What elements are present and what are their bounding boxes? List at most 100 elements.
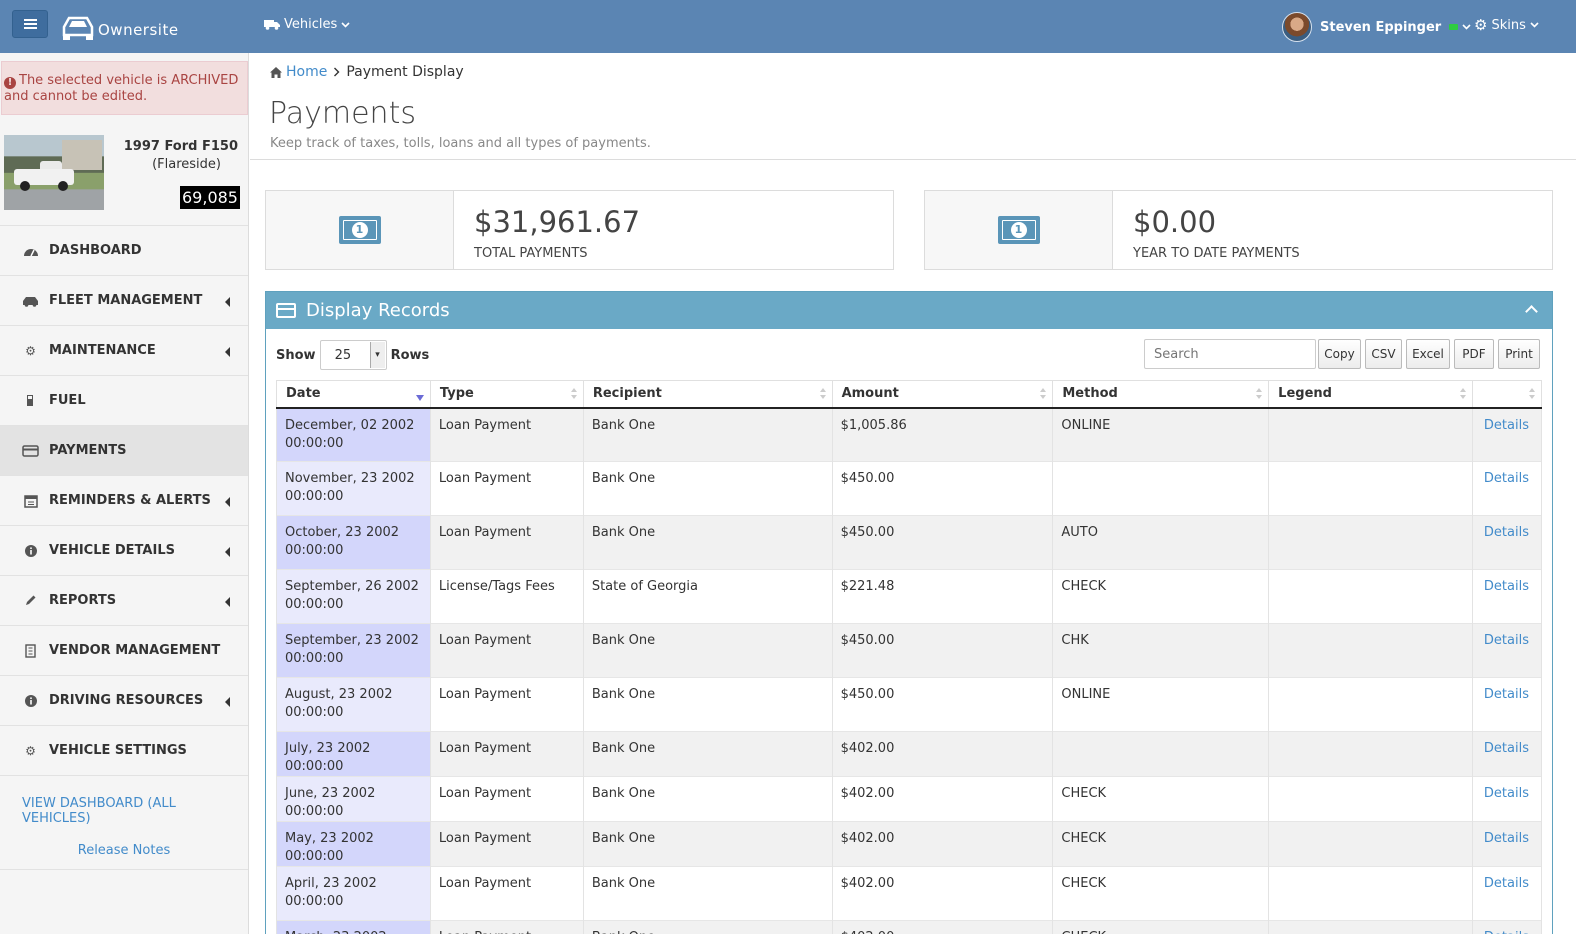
sidebar-item-label: PAYMENTS: [49, 443, 127, 458]
search-input[interactable]: [1144, 339, 1316, 369]
breadcrumb-home-label: Home: [286, 64, 328, 80]
cell-date: April, 23 2002 00:00:00: [276, 866, 431, 921]
cell-date: July, 23 2002 00:00:00: [276, 731, 431, 777]
sidebar-item-fleet-management[interactable]: FLEET MANAGEMENT: [0, 275, 248, 325]
odometer-reading: 69,085: [180, 186, 240, 209]
pdf-button[interactable]: PDF: [1454, 339, 1494, 369]
sidebar-item-label: DASHBOARD: [49, 243, 142, 258]
breadcrumb-home-link[interactable]: Home: [270, 64, 327, 80]
cell-type: Loan Payment: [429, 821, 584, 867]
archived-alert-text: The selected vehicle is ARCHIVED and can…: [4, 73, 239, 104]
sidebar-item-maintenance[interactable]: ⚙ MAINTENANCE: [0, 325, 248, 375]
sidebar-item-reminders-alerts[interactable]: REMINDERS & ALERTS: [0, 475, 248, 525]
top-navbar: Ownersite Vehicles Steven Eppinger ⚙ Ski…: [0, 0, 1576, 53]
sidebar-item-payments[interactable]: PAYMENTS: [0, 425, 248, 475]
cell-date: August, 23 2002 00:00:00: [276, 677, 431, 732]
cell-amount: $402.00: [831, 821, 1054, 867]
cell-amount: $402.00: [831, 920, 1054, 934]
details-link[interactable]: Details: [1471, 731, 1543, 777]
cell-legend: [1268, 776, 1473, 822]
column-header-method[interactable]: Method: [1052, 380, 1270, 409]
rows-per-page-value: 25: [334, 347, 352, 363]
details-link[interactable]: Details: [1471, 569, 1543, 624]
csv-button[interactable]: CSV: [1365, 339, 1402, 369]
total-payments-label: TOTAL PAYMENTS: [474, 246, 588, 261]
details-link[interactable]: Details: [1471, 821, 1543, 867]
cell-amount: $450.00: [831, 677, 1054, 732]
cell-amount: $221.48: [831, 569, 1054, 624]
excel-button[interactable]: Excel: [1406, 339, 1450, 369]
sidebar-toggle-button[interactable]: [12, 10, 48, 38]
sidebar-item-fuel[interactable]: FUEL: [0, 375, 248, 425]
details-link[interactable]: Details: [1471, 407, 1543, 462]
cell-date: June, 23 2002 00:00:00: [276, 776, 431, 822]
cell-amount: $450.00: [831, 515, 1054, 570]
copy-button[interactable]: Copy: [1318, 339, 1361, 369]
details-link[interactable]: Details: [1471, 920, 1543, 934]
rows-per-page-select[interactable]: 25 ▾: [319, 340, 387, 370]
sidebar-nav: DASHBOARD FLEET MANAGEMENT ⚙ MAINTENANCE…: [0, 225, 248, 870]
sort-icon: [1256, 388, 1263, 400]
info-icon: [22, 694, 39, 708]
cell-amount: $402.00: [831, 866, 1054, 921]
cell-recipient: Bank One: [582, 677, 833, 732]
sort-icon: [570, 388, 577, 400]
cell-type: Loan Payment: [429, 623, 584, 678]
sidebar-item-vehicle-details[interactable]: VEHICLE DETAILS: [0, 525, 248, 575]
home-icon: [270, 66, 282, 78]
caret-left-icon: [225, 297, 230, 307]
details-link[interactable]: Details: [1471, 776, 1543, 822]
release-notes-link[interactable]: Release Notes: [0, 843, 248, 858]
vehicles-label: Vehicles: [284, 17, 338, 32]
cell-method: CHECK: [1052, 776, 1270, 822]
cell-date: September, 26 2002 00:00:00: [276, 569, 431, 624]
table-row: July, 23 2002 00:00:00 Loan Payment Bank O…: [276, 731, 1543, 777]
vehicles-dropdown[interactable]: Vehicles: [264, 17, 350, 32]
dashboard-icon: [22, 244, 39, 258]
fuel-pump-icon: [22, 394, 39, 408]
vehicle-card: 1997 Ford F150 (Flareside) 69,085: [0, 128, 248, 218]
page-length-control: Show 25 ▾ Rows: [276, 340, 429, 370]
column-header-date[interactable]: Date: [276, 380, 431, 409]
print-button[interactable]: Print: [1498, 339, 1540, 369]
cell-method: [1052, 461, 1270, 516]
user-dropdown[interactable]: Steven Eppinger: [1282, 12, 1471, 42]
column-header-actions[interactable]: [1471, 380, 1543, 409]
chevron-down-icon: [1462, 24, 1471, 30]
sidebar-item-label: FUEL: [49, 393, 86, 408]
rows-label: Rows: [390, 347, 430, 363]
chevron-up-icon[interactable]: [1525, 305, 1538, 318]
cell-date: December, 02 2002 00:00:00: [276, 407, 431, 462]
details-link[interactable]: Details: [1471, 677, 1543, 732]
column-header-recipient[interactable]: Recipient: [582, 380, 833, 409]
view-all-vehicles-link[interactable]: VIEW DASHBOARD (ALL VEHICLES): [22, 796, 248, 826]
cell-recipient: Bank One: [582, 821, 833, 867]
column-header-amount[interactable]: Amount: [831, 380, 1054, 409]
details-link[interactable]: Details: [1471, 866, 1543, 921]
cell-method: CHECK: [1052, 569, 1270, 624]
column-header-type[interactable]: Type: [429, 380, 584, 409]
cell-type: Loan Payment: [429, 677, 584, 732]
sidebar-item-vehicle-settings[interactable]: ⚙ VEHICLE SETTINGS: [0, 725, 248, 775]
table-row: September, 23 2002 00:00:00 Loan Payment B…: [276, 623, 1543, 678]
cell-legend: [1268, 677, 1473, 732]
gear-icon: ⚙: [25, 743, 36, 758]
cell-legend: [1268, 731, 1473, 777]
vehicle-photo[interactable]: [4, 135, 104, 210]
ytd-payments-value: $0.00: [1133, 205, 1217, 239]
skins-dropdown[interactable]: ⚙ Skins: [1474, 16, 1539, 34]
sidebar-item-vendor-management[interactable]: VENDOR MANAGEMENT: [0, 625, 248, 675]
details-link[interactable]: Details: [1471, 515, 1543, 570]
table-row: April, 23 2002 00:00:00 Loan Payment Bank …: [276, 866, 1543, 921]
car-icon: [22, 294, 39, 308]
column-header-legend[interactable]: Legend: [1268, 380, 1473, 409]
cell-type: Loan Payment: [429, 920, 584, 934]
details-link[interactable]: Details: [1471, 623, 1543, 678]
details-link[interactable]: Details: [1471, 461, 1543, 516]
sidebar-item-driving-resources[interactable]: DRIVING RESOURCES: [0, 675, 248, 725]
online-status-icon: [1449, 24, 1459, 30]
app-logo[interactable]: Ownersite: [60, 7, 179, 43]
logo-text: Ownersite: [98, 21, 179, 39]
sidebar-item-dashboard[interactable]: DASHBOARD: [0, 225, 248, 275]
sidebar-item-reports[interactable]: REPORTS: [0, 575, 248, 625]
